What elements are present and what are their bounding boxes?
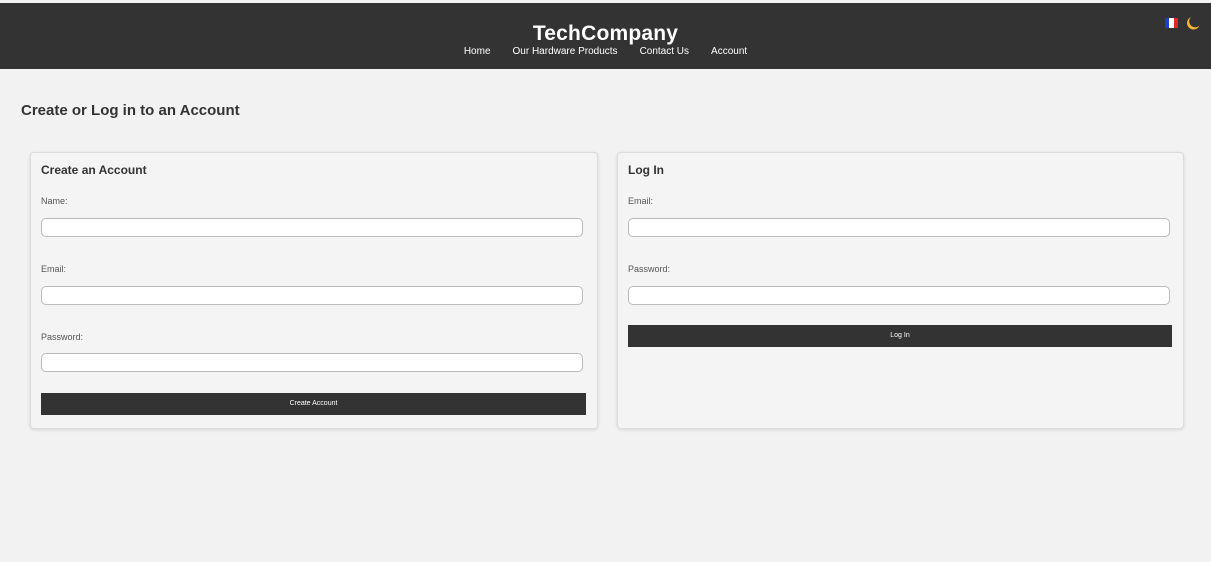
- create-password-field[interactable]: [41, 353, 583, 372]
- login-password-label: Password:: [628, 264, 671, 274]
- name-field[interactable]: [41, 218, 583, 237]
- login-button[interactable]: Log In: [628, 325, 1172, 347]
- create-account-card: Create an Account Name: Email: Password:…: [30, 152, 598, 429]
- french-flag-icon[interactable]: [1165, 18, 1178, 28]
- login-password-field[interactable]: [628, 286, 1170, 305]
- create-account-heading: Create an Account: [41, 163, 147, 177]
- site-header: TechCompany Home Our Hardware Products C…: [0, 3, 1211, 69]
- page-title: Create or Log in to an Account: [21, 102, 240, 119]
- site-brand[interactable]: TechCompany: [0, 22, 1211, 46]
- email-label: Email:: [41, 264, 67, 274]
- login-email-label: Email:: [628, 196, 654, 206]
- nav-account[interactable]: Account: [711, 46, 747, 57]
- main-nav: Home Our Hardware Products Contact Us Ac…: [0, 46, 1211, 57]
- login-card: Log In Email: Password: Log In: [617, 152, 1184, 429]
- login-email-field[interactable]: [628, 218, 1170, 237]
- create-account-button[interactable]: Create Account: [41, 393, 586, 415]
- create-email-field[interactable]: [41, 286, 583, 305]
- password-label: Password:: [41, 332, 84, 342]
- nav-hardware-products[interactable]: Our Hardware Products: [513, 46, 618, 57]
- name-label: Name:: [41, 196, 68, 206]
- nav-home[interactable]: Home: [464, 46, 491, 57]
- moon-icon[interactable]: [1185, 15, 1201, 31]
- login-heading: Log In: [628, 163, 664, 177]
- nav-contact-us[interactable]: Contact Us: [640, 46, 689, 57]
